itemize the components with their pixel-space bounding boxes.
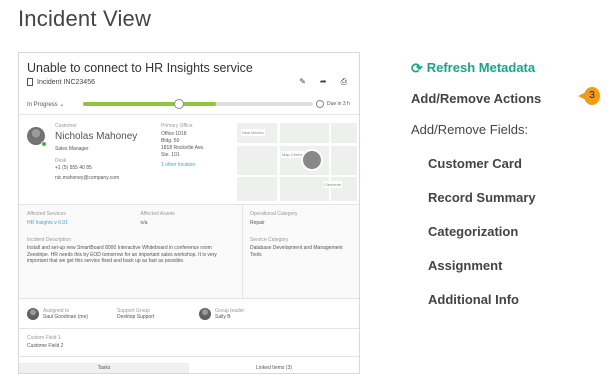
progress-knob[interactable]: [174, 99, 185, 109]
office-line: 1818 Rockville Ave.: [161, 145, 205, 151]
customer-email[interactable]: nic.mahoney@company.com: [55, 175, 165, 182]
assignee-avatar: [27, 307, 39, 320]
other-location-link[interactable]: 1 other location: [161, 162, 231, 168]
operational-category-label: Operational Category: [250, 211, 298, 217]
progress-bar: [83, 99, 313, 109]
progress-bar-fill: [83, 102, 217, 106]
customer-label: Customer: [55, 123, 77, 129]
status-row: In Progress ⌄ Due in 3 h: [27, 99, 353, 109]
progress-end-marker: [316, 100, 324, 108]
custom-field-value: Custome Field 2: [27, 343, 64, 349]
support-group-value: Desktop Support: [117, 313, 155, 320]
tab-linked-items[interactable]: Linked Items (3): [189, 363, 359, 373]
header-actions: ✎ ➦ ⎙: [299, 77, 347, 87]
status-dropdown[interactable]: In Progress ⌄: [27, 101, 83, 108]
refresh-metadata-button[interactable]: ⟳ Refresh Metadata: [411, 60, 535, 75]
incident-preview-card: Unable to connect to HR Insights service…: [18, 52, 360, 374]
bottom-tabs: Tasks Linked Items (3): [19, 363, 359, 373]
map-location-pin: [301, 149, 323, 171]
custom-fields: Custom Field 1 Custome Field 2: [19, 329, 359, 357]
location-map[interactable]: New Mexico Map Centre Clemente: [237, 123, 357, 201]
print-icon[interactable]: ⎙: [341, 77, 347, 87]
group-lead-label: Group leader: [215, 307, 245, 314]
field-categorization[interactable]: Categorization: [428, 224, 518, 239]
document-icon: [27, 78, 33, 86]
page-title: Incident View: [18, 6, 152, 31]
office-label: Primary Office: [161, 123, 193, 129]
phone-label: Desk: [55, 158, 67, 164]
customer-section: Customer Nicholas Mahoney Sales Manager …: [19, 115, 359, 205]
affected-service-link[interactable]: HR Insights v 6.01: [27, 220, 121, 226]
office-line: Bldg. 50: [161, 138, 180, 144]
field-additional-info[interactable]: Additional Info: [428, 292, 519, 307]
map-label: Clemente: [323, 181, 343, 188]
group-lead[interactable]: Group leader Sally B: [199, 307, 245, 320]
online-status-dot: [41, 141, 47, 147]
share-icon[interactable]: ➦: [320, 77, 327, 87]
incident-details: Affected Services HR Insights v 6.01 Aff…: [19, 205, 359, 299]
office-line: Office 1018: [161, 131, 187, 137]
tab-tasks[interactable]: Tasks: [19, 363, 189, 373]
field-record-summary[interactable]: Record Summary: [428, 190, 536, 205]
operational-category-value: Repair: [250, 220, 265, 226]
description-label: Incident Description: [27, 237, 71, 243]
field-assignment[interactable]: Assignment: [428, 258, 502, 273]
due-label: Due in 3 h: [327, 101, 350, 107]
office-info: Primary Office Office 1018 Bldg. 50 1818…: [161, 123, 231, 168]
assigned-to[interactable]: Assigned to Saul Goodman (me): [27, 307, 117, 320]
custom-field-label: Custom Field 1: [27, 335, 61, 341]
customer-phone[interactable]: +1 (5) 555 40 85: [55, 165, 165, 172]
callout-badge: 3: [578, 87, 600, 105]
customer-name[interactable]: Nicholas Mahoney: [55, 131, 165, 142]
edit-icon[interactable]: ✎: [299, 77, 306, 87]
service-category-value: Database Development and Management Tool…: [250, 245, 343, 258]
refresh-icon: ⟳: [411, 59, 423, 76]
service-category-label: Service Category: [250, 237, 289, 243]
incident-description: Install and set-up new SmartBoard 8000 I…: [27, 245, 217, 264]
callout-badge-number: 3: [589, 90, 595, 101]
add-remove-fields-label: Add/Remove Fields:: [411, 122, 529, 137]
office-line: Ste. 101: [161, 152, 180, 158]
customer-info: Customer Nicholas Mahoney Sales Manager …: [55, 123, 165, 182]
affected-assets-label: Affected Assets: [140, 211, 175, 217]
incident-header: Unable to connect to HR Insights service…: [19, 53, 359, 115]
affected-services-label: Affected Services: [27, 211, 66, 217]
incident-title: Unable to connect to HR Insights service: [27, 61, 253, 75]
details-right: Operational Category Repair Service Cate…: [244, 205, 359, 299]
support-group[interactable]: Support Group Desktop Support: [117, 308, 199, 320]
customer-role: Sales Manager: [55, 146, 89, 152]
support-group-label: Support Group: [117, 307, 150, 314]
refresh-metadata-label: Refresh Metadata: [426, 60, 536, 75]
assignment-row: Assigned to Saul Goodman (me) Support Gr…: [19, 299, 359, 329]
details-left: Affected Services HR Insights v 6.01 Aff…: [19, 205, 243, 299]
incident-id: Incident INC23456: [37, 78, 95, 86]
add-remove-actions[interactable]: Add/Remove Actions: [411, 91, 541, 106]
assigned-to-value: Saul Goodman (me): [43, 313, 89, 320]
affected-assets-value: n/a: [140, 220, 148, 226]
field-customer-card[interactable]: Customer Card: [428, 156, 522, 171]
group-lead-value: Sally B: [215, 313, 231, 320]
group-lead-avatar: [199, 307, 211, 320]
map-label: New Mexico: [241, 129, 265, 136]
